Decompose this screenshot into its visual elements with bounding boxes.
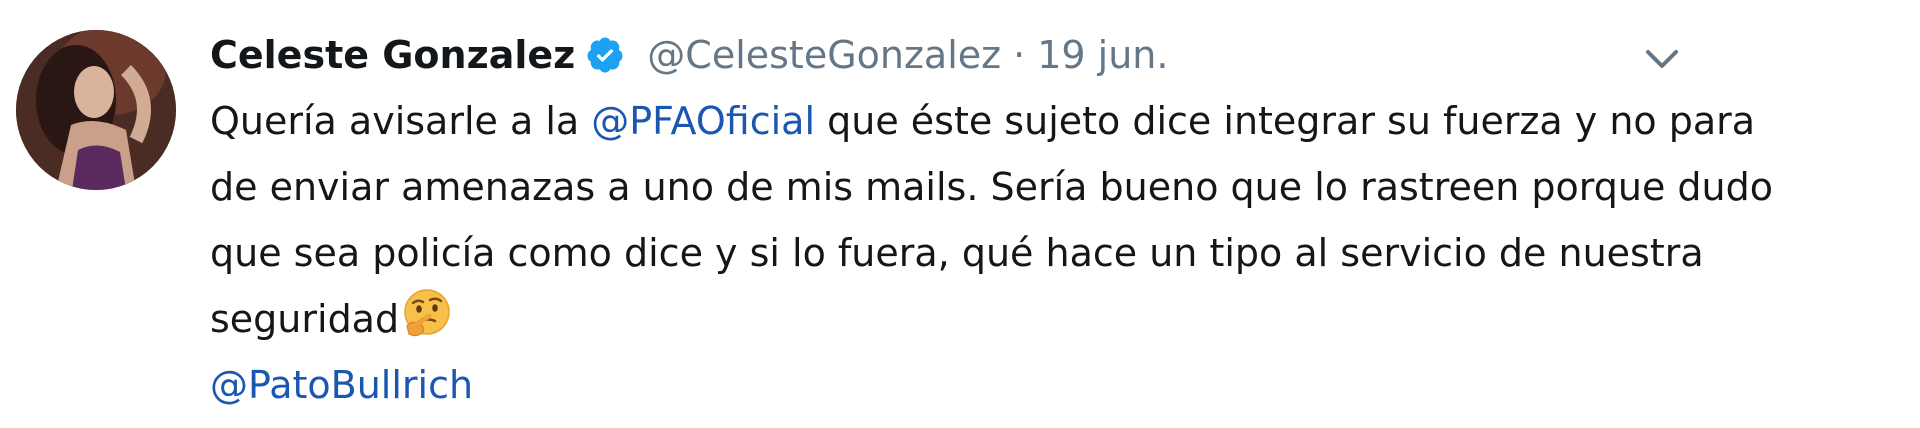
avatar-image	[16, 30, 176, 190]
text-segment: seguridad	[210, 297, 400, 341]
tweet-content: Celeste Gonzalez @CelesteGonzalez · 19 j…	[210, 22, 1890, 418]
tweet-header: Celeste Gonzalez @CelesteGonzalez · 19 j…	[210, 22, 1890, 88]
text-segment: que éste sujeto dice integrar su fuerza …	[815, 99, 1756, 143]
author-handle[interactable]: @CelesteGonzalez	[647, 33, 1001, 77]
tweet-date[interactable]: 19 jun.	[1037, 33, 1168, 77]
mention-pfaoficial[interactable]: @PFAOficial	[591, 99, 815, 143]
tweet-line-4: seguridad	[210, 286, 1910, 352]
tweet-card[interactable]: Celeste Gonzalez @CelesteGonzalez · 19 j…	[0, 0, 1920, 428]
tweet-line-1: Quería avisarle a la @PFAOficial que ést…	[210, 88, 1910, 154]
chevron-down-icon[interactable]	[1640, 36, 1684, 80]
verified-badge-icon	[585, 35, 625, 75]
separator-dot: ·	[1013, 33, 1026, 77]
tweet-line-5: @PatoBullrich	[210, 352, 1910, 418]
tweet-line-3: que sea policía como dice y si lo fuera,…	[210, 231, 1704, 275]
tweet-text: Quería avisarle a la @PFAOficial que ést…	[210, 88, 1910, 418]
text-segment: Quería avisarle a la	[210, 99, 592, 143]
thinking-face-emoji	[399, 286, 455, 342]
mention-patobullrich[interactable]: @PatoBullrich	[210, 363, 473, 407]
avatar[interactable]	[16, 30, 176, 190]
tweet-line-2: de enviar amenazas a uno de mis mails. S…	[210, 165, 1773, 209]
author-name[interactable]: Celeste Gonzalez	[210, 33, 575, 77]
